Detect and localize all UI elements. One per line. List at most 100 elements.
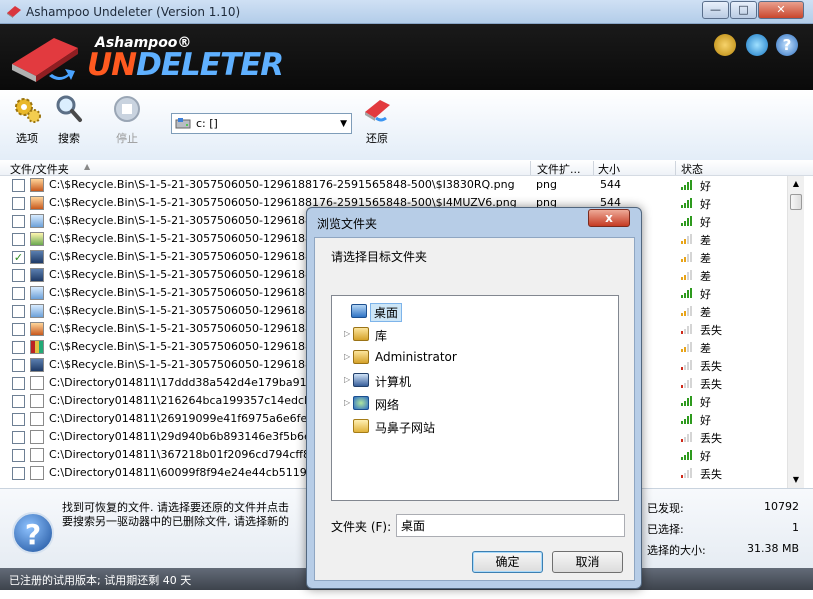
signal-bar bbox=[690, 270, 692, 280]
signal-bar bbox=[681, 223, 683, 226]
file-type-icon bbox=[30, 322, 44, 336]
signal-bar bbox=[690, 252, 692, 262]
row-checkbox[interactable] bbox=[12, 431, 25, 444]
row-checkbox[interactable] bbox=[12, 359, 25, 372]
maximize-button[interactable]: □ bbox=[730, 1, 757, 19]
file-type-icon bbox=[30, 304, 44, 318]
stop-button: 停止 bbox=[106, 94, 148, 146]
file-status: 丢失 bbox=[700, 432, 722, 445]
row-checkbox[interactable] bbox=[12, 269, 25, 282]
row-checkbox[interactable] bbox=[12, 395, 25, 408]
file-status: 丢失 bbox=[700, 324, 722, 337]
drive-value: c: [] bbox=[196, 117, 218, 130]
row-checkbox[interactable] bbox=[12, 179, 25, 192]
tree-expander-icon[interactable]: ▷ bbox=[344, 329, 350, 338]
signal-bar bbox=[684, 202, 686, 208]
row-checkbox[interactable] bbox=[12, 323, 25, 336]
signal-bar bbox=[681, 421, 683, 424]
file-status: 好 bbox=[700, 216, 711, 229]
row-checkbox[interactable] bbox=[12, 305, 25, 318]
column-divider[interactable] bbox=[675, 161, 676, 175]
signal-bar bbox=[684, 382, 686, 388]
column-divider[interactable] bbox=[593, 161, 594, 175]
signal-bars-icon bbox=[681, 324, 697, 334]
dialog-prompt: 请选择目标文件夹 bbox=[331, 250, 428, 264]
ok-button[interactable]: 确定 bbox=[472, 551, 543, 573]
found-value: 10792 bbox=[764, 500, 799, 513]
row-checkbox[interactable] bbox=[12, 233, 25, 246]
restore-button[interactable]: 还原 bbox=[356, 94, 398, 146]
settings-gear-icon[interactable] bbox=[714, 34, 736, 56]
signal-bar bbox=[681, 385, 683, 388]
search-label: 搜索 bbox=[58, 132, 80, 145]
signal-bars-icon bbox=[681, 216, 697, 226]
signal-bar bbox=[687, 290, 689, 298]
table-row[interactable]: C:\$Recycle.Bin\S-1-5-21-3057506050-1296… bbox=[0, 176, 787, 194]
signal-bar bbox=[681, 187, 683, 190]
file-list-header: 文件/文件夹 ▲ 文件扩... 大小 状态 bbox=[0, 160, 813, 176]
search-button[interactable]: 搜索 bbox=[48, 94, 90, 146]
options-button[interactable]: 选项 bbox=[6, 94, 48, 146]
dialog-close-button[interactable]: x bbox=[588, 209, 630, 227]
chevron-down-icon[interactable]: ▼ bbox=[340, 119, 347, 129]
signal-bars-icon bbox=[681, 234, 697, 244]
globe-icon[interactable] bbox=[746, 34, 768, 56]
column-extension[interactable]: 文件扩... bbox=[537, 161, 581, 177]
file-status: 丢失 bbox=[700, 378, 722, 391]
file-type-icon bbox=[30, 196, 44, 210]
help-icon[interactable]: ? bbox=[12, 512, 54, 554]
minimize-button[interactable]: — bbox=[702, 1, 729, 19]
vertical-scrollbar[interactable]: ▲ ▼ bbox=[787, 176, 804, 488]
scroll-up-icon[interactable]: ▲ bbox=[788, 176, 804, 192]
column-divider[interactable] bbox=[530, 161, 531, 175]
row-checkbox[interactable] bbox=[12, 197, 25, 210]
row-checkbox[interactable] bbox=[12, 341, 25, 354]
signal-bar bbox=[684, 436, 686, 442]
signal-bar bbox=[687, 182, 689, 190]
file-extension: png bbox=[536, 178, 557, 191]
signal-bar bbox=[690, 306, 692, 316]
drive-select[interactable]: c: [] ▼ bbox=[171, 113, 352, 134]
close-window-button[interactable]: ✕ bbox=[758, 1, 804, 19]
signal-bar bbox=[690, 414, 692, 424]
row-checkbox[interactable]: ✓ bbox=[12, 251, 25, 264]
signal-bar bbox=[690, 360, 692, 370]
file-path: C:\$Recycle.Bin\S-1-5-21-3057506050-1296… bbox=[49, 268, 344, 281]
signal-bar bbox=[684, 238, 686, 244]
sort-asc-icon: ▲ bbox=[84, 162, 91, 171]
file-status: 差 bbox=[700, 342, 711, 355]
restore-label: 还原 bbox=[366, 132, 388, 145]
file-path: C:\$Recycle.Bin\S-1-5-21-3057506050-1296… bbox=[49, 214, 344, 227]
cancel-button[interactable]: 取消 bbox=[552, 551, 623, 573]
folder-icon bbox=[353, 327, 369, 341]
drive-icon bbox=[175, 117, 191, 130]
column-status[interactable]: 状态 bbox=[681, 161, 703, 177]
file-type-icon bbox=[30, 466, 44, 480]
scroll-down-icon[interactable]: ▼ bbox=[788, 472, 804, 488]
row-checkbox[interactable] bbox=[12, 413, 25, 426]
folder-tree[interactable]: 桌面 ▷ 库 ▷ Administrator ▷ 计算机 ▷ 网络 马鼻子网站 bbox=[331, 295, 619, 501]
file-type-icon bbox=[30, 412, 44, 426]
column-size[interactable]: 大小 bbox=[598, 161, 620, 177]
column-name[interactable]: 文件/文件夹 bbox=[10, 161, 69, 177]
signal-bar bbox=[681, 205, 683, 208]
tree-expander-icon[interactable]: ▷ bbox=[344, 398, 350, 407]
signal-bar bbox=[687, 452, 689, 460]
row-checkbox[interactable] bbox=[12, 377, 25, 390]
tree-expander-icon[interactable]: ▷ bbox=[344, 352, 350, 361]
row-checkbox[interactable] bbox=[12, 215, 25, 228]
signal-bars-icon bbox=[681, 432, 697, 442]
folder-input[interactable] bbox=[396, 514, 625, 537]
scroll-thumb[interactable] bbox=[790, 194, 802, 210]
signal-bar bbox=[690, 396, 692, 406]
file-status: 好 bbox=[700, 450, 711, 463]
tree-expander-icon[interactable]: ▷ bbox=[344, 375, 350, 384]
brand-un: UN bbox=[87, 47, 137, 83]
row-checkbox[interactable] bbox=[12, 449, 25, 462]
file-status: 差 bbox=[700, 252, 711, 265]
help-icon[interactable]: ? bbox=[776, 34, 798, 56]
trial-status-text: 已注册的试用版本; 试用期还剩 40 天 bbox=[9, 574, 192, 587]
row-checkbox[interactable] bbox=[12, 467, 25, 480]
folder-icon bbox=[353, 373, 369, 387]
row-checkbox[interactable] bbox=[12, 287, 25, 300]
